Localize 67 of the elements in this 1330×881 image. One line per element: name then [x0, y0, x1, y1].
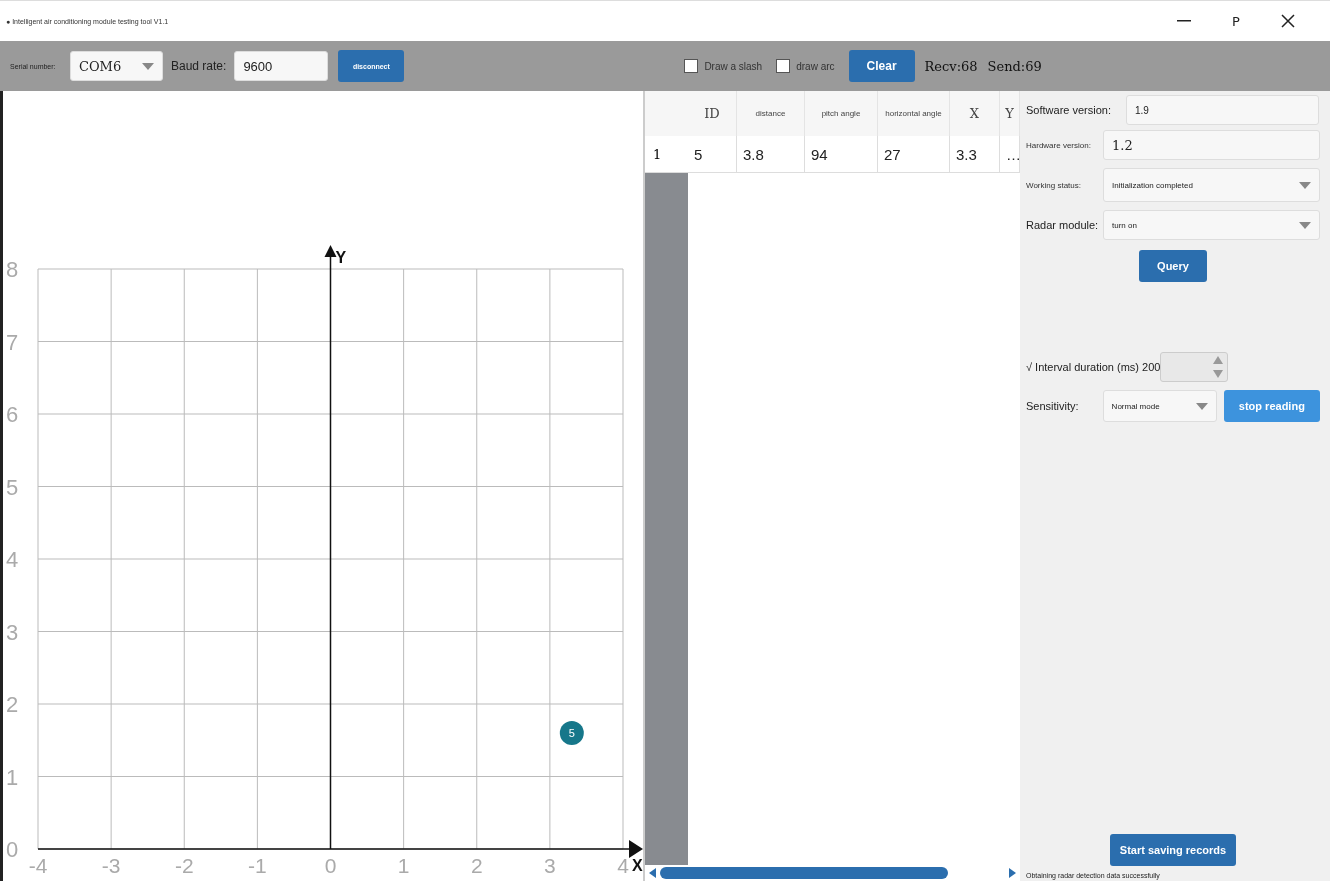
- radar-module-label: Radar module:: [1026, 219, 1100, 231]
- x-tick-label: 0: [324, 854, 337, 877]
- y-tick-label: 7: [6, 329, 19, 355]
- column-header[interactable]: horizontal angle: [878, 91, 950, 136]
- software-version-label: Software version:: [1026, 104, 1112, 116]
- query-button[interactable]: Query: [1139, 250, 1207, 282]
- column-header[interactable]: Y: [1000, 91, 1020, 136]
- x-tick-label: 4: [617, 854, 629, 877]
- table-cell: 3.3: [950, 136, 1000, 173]
- table-cell: …: [1000, 136, 1020, 173]
- x-tick-label: -2: [174, 854, 194, 877]
- table-corner: [645, 91, 688, 136]
- checkbox[interactable]: [684, 59, 699, 73]
- hardware-version-field[interactable]: 1.2: [1103, 130, 1320, 160]
- baud-rate-label: Baud rate:: [170, 59, 228, 73]
- close-icon[interactable]: [1281, 14, 1295, 28]
- scroll-left-icon[interactable]: [649, 868, 656, 878]
- serial-port-dropdown[interactable]: COM6: [70, 51, 163, 81]
- column-header[interactable]: X: [950, 91, 1000, 136]
- minimize-icon[interactable]: [1177, 20, 1191, 22]
- column-header[interactable]: ID: [688, 91, 737, 136]
- x-tick-label: -1: [248, 854, 267, 877]
- checkbox-label: draw arc: [796, 60, 835, 72]
- column-header[interactable]: pitch angle: [805, 91, 878, 136]
- window-control-button[interactable]: P: [1210, 6, 1262, 36]
- point-label: 5: [568, 727, 575, 739]
- sensitivity-label: Sensitivity:: [1026, 400, 1080, 412]
- clear-button[interactable]: Clear: [848, 50, 915, 82]
- working-status-label: Working status:: [1026, 180, 1082, 190]
- y-tick-label: 5: [6, 474, 19, 500]
- y-tick-label: 1: [6, 764, 19, 790]
- dropdown-arrow-icon: [1195, 402, 1208, 410]
- radar-module-dropdown[interactable]: turn on: [1103, 210, 1320, 240]
- working-status-dropdown[interactable]: Initialization completed: [1103, 168, 1320, 202]
- dropdown-arrow-icon: [142, 62, 154, 70]
- hardware-version-label: Hardware version:: [1026, 140, 1092, 150]
- interval-duration-label: √ Interval duration (ms) 200: [1026, 361, 1160, 373]
- table-cell: 5: [688, 136, 737, 173]
- x-axis-label: X: [632, 857, 643, 874]
- dropdown-arrow-icon: [1299, 181, 1311, 189]
- checkbox[interactable]: [776, 59, 791, 73]
- y-tick-label: 0: [6, 837, 19, 862]
- scroll-right-icon[interactable]: [1009, 868, 1016, 878]
- checkbox-label: Draw a slash: [704, 60, 763, 72]
- y-tick-label: 4: [6, 547, 19, 572]
- x-tick-label: 1: [397, 854, 410, 877]
- table-cell: 94: [805, 136, 878, 173]
- x-tick-label: 2: [470, 854, 483, 877]
- scrollbar-thumb[interactable]: [660, 867, 948, 879]
- table-cell: 3.8: [737, 136, 805, 173]
- y-tick-label: 3: [6, 619, 19, 645]
- start-saving-records-button[interactable]: Start saving records: [1110, 834, 1236, 866]
- y-tick-label: 2: [6, 692, 19, 717]
- column-header[interactable]: distance: [737, 91, 805, 136]
- x-tick-label: 3: [544, 854, 556, 877]
- dropdown-arrow-icon: [1299, 221, 1311, 229]
- x-tick-label: -4: [28, 854, 48, 877]
- software-version-field[interactable]: 1.9: [1126, 95, 1319, 125]
- baud-rate-field[interactable]: 9600: [234, 51, 329, 81]
- sensitivity-dropdown[interactable]: Normal mode: [1102, 390, 1217, 422]
- y-axis-label: Y: [335, 249, 347, 266]
- x-tick-label: -3: [101, 854, 121, 877]
- table-cell: 27: [878, 136, 950, 173]
- y-tick-label: 6: [6, 402, 19, 427]
- y-tick-label: 8: [6, 257, 19, 282]
- recv-count: Recv:68: [924, 58, 978, 74]
- send-count: Send:69: [987, 58, 1042, 74]
